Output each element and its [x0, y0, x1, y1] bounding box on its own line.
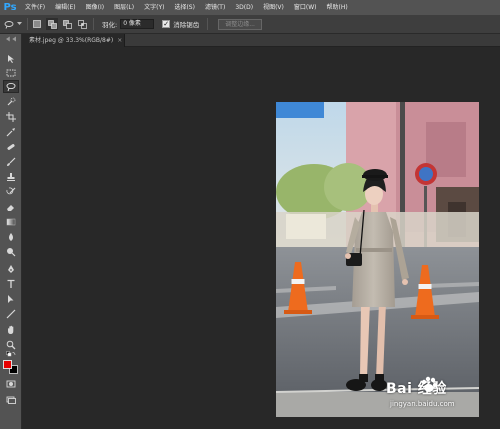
type-tool-icon[interactable]	[3, 277, 19, 290]
move-tool-icon[interactable]	[3, 52, 19, 65]
divider	[93, 18, 94, 30]
screen-mode-icon[interactable]	[3, 393, 19, 406]
lasso-preset-icon[interactable]	[3, 18, 15, 30]
lasso-tool-icon[interactable]	[3, 80, 19, 93]
eraser-tool-icon[interactable]	[3, 200, 19, 213]
new-selection-icon[interactable]	[31, 18, 43, 30]
pen-tool-icon[interactable]	[3, 262, 19, 275]
panel-collapse-icon[interactable]	[3, 36, 19, 41]
default-colors-icon[interactable]	[3, 351, 19, 359]
gradient-tool-icon[interactable]	[3, 215, 19, 228]
quick-mask-icon[interactable]	[3, 377, 19, 390]
menu-help[interactable]: 帮助(H)	[322, 0, 353, 15]
antialias-checkbox[interactable]: ✓	[162, 20, 171, 28]
refine-edge-button[interactable]: 调整边缘...	[218, 18, 262, 30]
color-swatches[interactable]	[3, 360, 19, 375]
document-tab-title: 素材.jpeg @ 33.3%(RGB/8#)	[29, 37, 114, 44]
document-image[interactable]	[276, 102, 479, 417]
menu-bar: Ps 文件(F) 编辑(E) 图像(I) 图层(L) 文字(Y) 选择(S) 滤…	[0, 0, 500, 15]
crop-tool-icon[interactable]	[3, 110, 19, 123]
photoshop-logo: Ps	[3, 2, 17, 13]
menu-type[interactable]: 文字(Y)	[139, 0, 169, 15]
menu-window[interactable]: 窗口(W)	[289, 0, 322, 15]
menu-file[interactable]: 文件(F)	[20, 0, 50, 15]
dodge-tool-icon[interactable]	[3, 245, 19, 258]
tools-panel	[0, 34, 22, 429]
menu-filter[interactable]: 滤镜(T)	[200, 0, 230, 15]
menu-select[interactable]: 选择(S)	[169, 0, 200, 15]
divider	[207, 18, 209, 30]
subtract-from-selection-icon[interactable]	[61, 18, 73, 30]
marquee-tool-icon[interactable]	[3, 66, 19, 79]
brush-tool-icon[interactable]	[3, 155, 19, 168]
menu-edit[interactable]: 编辑(E)	[50, 0, 80, 15]
options-bar: 羽化: 0 像素 ✓ 消除锯齿 调整边缘...	[0, 15, 500, 34]
menu-layer[interactable]: 图层(L)	[109, 0, 139, 15]
foreground-color-swatch[interactable]	[3, 360, 12, 369]
document-tab-bar: 素材.jpeg @ 33.3%(RGB/8#) ×	[22, 34, 500, 47]
healing-brush-tool-icon[interactable]	[3, 140, 19, 153]
feather-label: 羽化:	[102, 21, 118, 29]
add-to-selection-icon[interactable]	[46, 18, 58, 30]
blur-tool-icon[interactable]	[3, 230, 19, 243]
line-tool-icon[interactable]	[3, 307, 19, 320]
hand-tool-icon[interactable]	[3, 323, 19, 336]
intersect-selection-icon[interactable]	[76, 18, 88, 30]
quick-selection-tool-icon[interactable]	[3, 95, 19, 108]
menu-3d[interactable]: 3D(D)	[230, 0, 258, 15]
zoom-tool-icon[interactable]	[3, 338, 19, 351]
history-brush-tool-icon[interactable]	[3, 185, 19, 198]
menu-view[interactable]: 视图(V)	[258, 0, 289, 15]
chevron-down-icon[interactable]	[16, 18, 22, 30]
eyedropper-tool-icon[interactable]	[3, 125, 19, 138]
close-icon[interactable]: ×	[117, 37, 122, 44]
clone-stamp-tool-icon[interactable]	[3, 170, 19, 183]
path-selection-tool-icon[interactable]	[3, 292, 19, 305]
menu-image[interactable]: 图像(I)	[81, 0, 109, 15]
feather-input[interactable]: 0 像素	[120, 19, 155, 29]
divider	[27, 18, 28, 30]
street-photo-illustration	[276, 102, 479, 417]
document-tab[interactable]: 素材.jpeg @ 33.3%(RGB/8#) ×	[22, 34, 125, 47]
antialias-label: 消除锯齿	[173, 21, 200, 29]
